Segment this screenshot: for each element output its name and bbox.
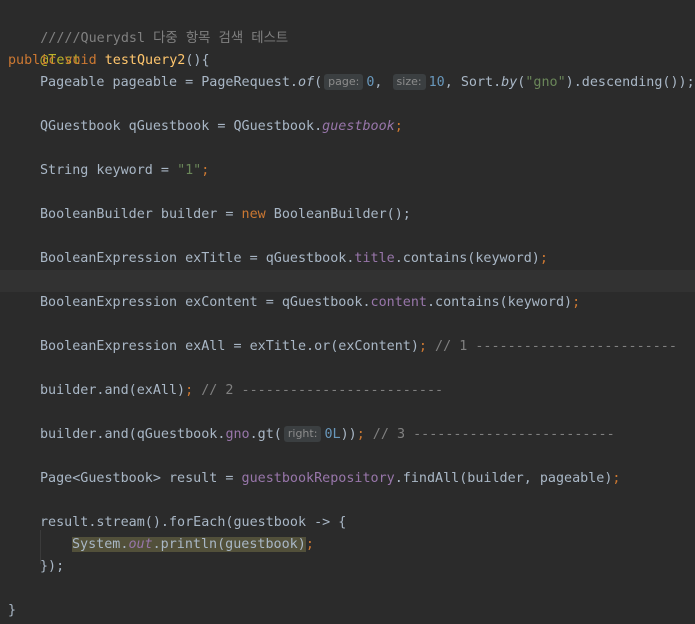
code-line-comment[interactable]: /////Querydsl 다중 항목 검색 테스트 bbox=[8, 6, 695, 46]
semicolon: ; bbox=[572, 295, 581, 310]
close-brace: } bbox=[8, 603, 17, 618]
excontent-tail: .contains(keyword) bbox=[426, 295, 573, 310]
semicolon: ; bbox=[185, 383, 194, 398]
field-guestbook: guestbook bbox=[322, 119, 395, 134]
code-line-and-gno[interactable]: builder.and(qGuestbook.gno.gt(right: 0L))… bbox=[40, 424, 695, 446]
extitle-tail: .contains(keyword) bbox=[394, 251, 540, 266]
exall-decl: BooleanExpression exAll = exTitle.or(exC… bbox=[40, 339, 419, 354]
code-line-keyword[interactable]: String keyword = "1"; bbox=[40, 160, 695, 182]
keyword-decl: String keyword = bbox=[40, 163, 178, 178]
string-gno: "gno" bbox=[525, 75, 566, 90]
param-hint-size: size: bbox=[392, 74, 426, 90]
and-exall-code: builder.and(exAll) bbox=[40, 383, 186, 398]
code-line-result[interactable]: Page<Guestbook> result = guestbookReposi… bbox=[40, 468, 695, 490]
stream-code: result.stream().forEach(guestbook -> { bbox=[40, 515, 347, 530]
field-guestbook-repository: guestbookRepository bbox=[241, 471, 395, 486]
system-class: System. bbox=[72, 537, 129, 552]
excontent-decl: BooleanExpression exContent = qGuestbook… bbox=[40, 295, 371, 310]
semicolon: ; bbox=[418, 339, 427, 354]
close-parens: )) bbox=[340, 427, 357, 442]
code-line-method-signature[interactable]: public void testQuery2(){ bbox=[8, 50, 695, 72]
method-parens: (){ bbox=[185, 53, 210, 68]
semicolon: ; bbox=[356, 427, 365, 442]
comma: , bbox=[374, 75, 391, 90]
and-gno-code: builder.and(qGuestbook. bbox=[40, 427, 226, 442]
comment-2: // 2 ------------------------- bbox=[193, 383, 444, 398]
code-line-exall[interactable]: BooleanExpression exAll = exTitle.or(exC… bbox=[40, 336, 695, 358]
param-hint-page: page: bbox=[324, 74, 364, 90]
pageable-decl: Pageable pageable = PageRequest. bbox=[40, 75, 298, 90]
code-line-close-lambda[interactable]: }); bbox=[40, 556, 695, 578]
code-line-stream[interactable]: result.stream().forEach(guestbook -> { bbox=[40, 512, 695, 534]
comment-1: // 1 ------------------------- bbox=[426, 339, 677, 354]
code-line-qguestbook[interactable]: QGuestbook qGuestbook = QGuestbook.guest… bbox=[40, 116, 695, 138]
field-content: content bbox=[370, 295, 427, 310]
semicolon: ; bbox=[612, 471, 621, 486]
current-line-highlight[interactable] bbox=[0, 270, 695, 292]
builder-decl: BooleanBuilder builder = bbox=[40, 207, 242, 222]
call-of: of bbox=[297, 75, 315, 90]
code-line-close-method[interactable]: } bbox=[8, 600, 695, 622]
call-by: by bbox=[501, 75, 518, 90]
println-tail: .println(guestbook) bbox=[152, 537, 306, 552]
keyword-public: public bbox=[8, 53, 57, 68]
qguestbook-decl: QGuestbook qGuestbook = QGuestbook. bbox=[40, 119, 323, 134]
close-lambda: }); bbox=[40, 559, 65, 574]
extitle-decl: BooleanExpression exTitle = qGuestbook. bbox=[40, 251, 355, 266]
semicolon: ; bbox=[394, 119, 403, 134]
pageable-tail: ).descending()); bbox=[565, 75, 695, 90]
code-line-builder[interactable]: BooleanBuilder builder = new BooleanBuil… bbox=[40, 204, 695, 226]
code-line-and-exall[interactable]: builder.and(exAll); // 2 ---------------… bbox=[40, 380, 695, 402]
code-line-excontent[interactable]: BooleanExpression exContent = qGuestbook… bbox=[40, 292, 695, 314]
value-0l: 0L bbox=[324, 427, 341, 442]
param-hint-right: right: bbox=[283, 426, 322, 442]
code-editor[interactable]: /////Querydsl 다중 항목 검색 테스트 @Test public … bbox=[0, 0, 695, 624]
field-gno: gno bbox=[225, 427, 250, 442]
semicolon: ; bbox=[539, 251, 548, 266]
result-decl: Page<Guestbook> result = bbox=[40, 471, 242, 486]
code-line-pageable[interactable]: Pageable pageable = PageRequest.of(page:… bbox=[40, 72, 695, 94]
keyword-void: void bbox=[64, 53, 97, 68]
semicolon: ; bbox=[201, 163, 210, 178]
gt-call: .gt( bbox=[249, 427, 282, 442]
size-value: 10 bbox=[428, 75, 445, 90]
code-line-extitle[interactable]: BooleanExpression exTitle = qGuestbook.t… bbox=[40, 248, 695, 270]
result-tail: .findAll(builder, pageable) bbox=[394, 471, 613, 486]
println-highlight: System.out.println(guestbook) bbox=[72, 537, 306, 552]
code-line-annotation[interactable]: @Test bbox=[8, 28, 695, 68]
keyword-new: new bbox=[241, 207, 266, 222]
comment-3: // 3 ------------------------- bbox=[364, 427, 615, 442]
string-keyword: "1" bbox=[177, 163, 202, 178]
open-paren: ( bbox=[314, 75, 323, 90]
semicolon: ; bbox=[305, 537, 314, 552]
builder-tail: BooleanBuilder(); bbox=[265, 207, 411, 222]
field-out: out bbox=[128, 537, 153, 552]
method-name: testQuery2 bbox=[104, 53, 186, 68]
sort-part: , Sort. bbox=[444, 75, 502, 90]
field-title: title bbox=[354, 251, 395, 266]
code-line-println[interactable]: System.out.println(guestbook); bbox=[72, 534, 695, 556]
